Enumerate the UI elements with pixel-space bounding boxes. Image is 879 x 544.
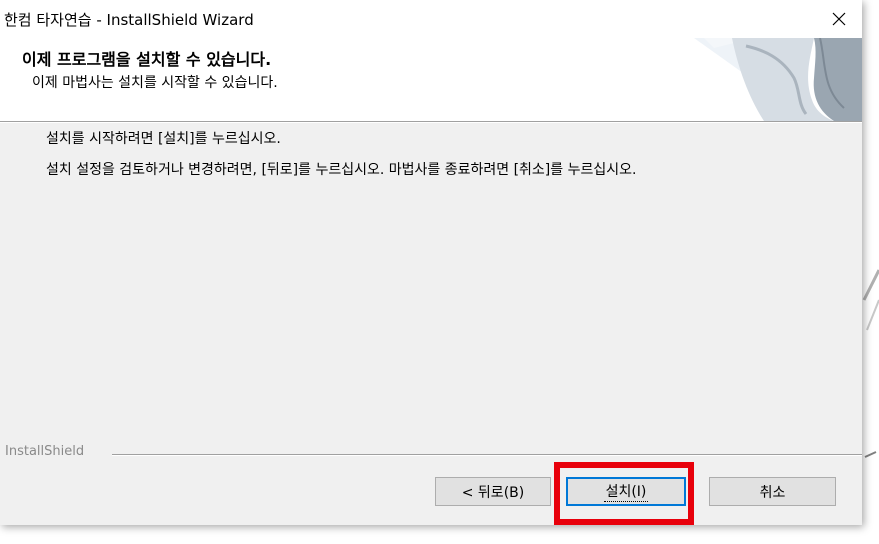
back-button[interactable]: < 뒤로(B)	[435, 477, 551, 506]
review-text: 설치 설정을 검토하거나 변경하려면, [뒤로]를 누르십시오. 마법사를 종료…	[46, 162, 637, 178]
background-strip	[862, 0, 879, 540]
close-button[interactable]	[816, 0, 862, 38]
cancel-button[interactable]: 취소	[709, 477, 836, 506]
footer-divider	[112, 454, 862, 456]
window-title: 한컴 타자연습 - InstallShield Wizard	[4, 11, 254, 29]
install-button[interactable]: 설치(I)	[566, 477, 686, 506]
installshield-brand-label: InstallShield	[5, 444, 85, 459]
header-title: 이제 프로그램을 설치할 수 있습니다.	[22, 50, 272, 69]
installer-banner-graphic	[694, 38, 862, 121]
close-icon	[832, 12, 846, 26]
header-subtitle: 이제 마법사는 설치를 시작할 수 있습니다.	[32, 75, 278, 91]
installshield-wizard-window: 한컴 타자연습 - InstallShield Wizard 이제 프로그램을 …	[0, 0, 862, 525]
install-button-label: 설치(I)	[603, 481, 649, 502]
wizard-header: 이제 프로그램을 설치할 수 있습니다. 이제 마법사는 설치를 시작할 수 있…	[0, 38, 862, 121]
instruction-text: 설치를 시작하려면 [설치]를 누르십시오.	[46, 131, 281, 147]
cancel-button-label: 취소	[759, 484, 786, 501]
title-bar[interactable]: 한컴 타자연습 - InstallShield Wizard	[0, 0, 862, 38]
back-button-label: < 뒤로(B)	[461, 484, 525, 501]
wizard-body: 설치를 시작하려면 [설치]를 누르십시오. 설치 설정을 검토하거나 변경하려…	[0, 123, 862, 525]
